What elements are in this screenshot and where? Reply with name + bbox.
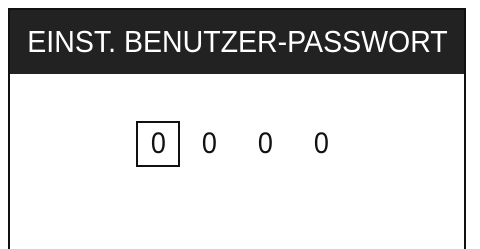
screen-title: EINST. BENUTZER-PASSWORT <box>26 24 448 59</box>
password-digit-2-value: 0 <box>201 127 217 160</box>
password-digit-4[interactable]: 0 <box>300 121 342 167</box>
password-digit-3-value: 0 <box>257 127 273 160</box>
password-digit-2[interactable]: 0 <box>188 121 230 167</box>
password-digits: 0 0 0 0 <box>136 121 356 167</box>
password-digit-1-value: 0 <box>150 127 166 160</box>
password-digit-1[interactable]: 0 <box>136 121 180 167</box>
screen-title-bar: EINST. BENUTZER-PASSWORT <box>10 10 464 74</box>
password-digit-3[interactable]: 0 <box>244 121 286 167</box>
password-digit-4-value: 0 <box>313 127 329 160</box>
lcd-screen: EINST. BENUTZER-PASSWORT 0 0 0 0 <box>8 8 466 249</box>
